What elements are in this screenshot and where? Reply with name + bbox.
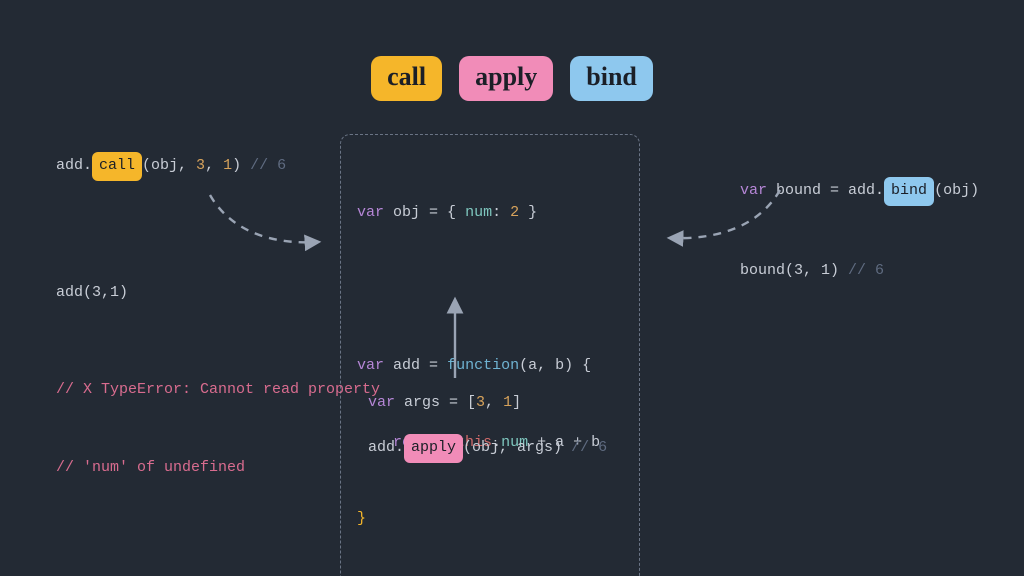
arrow-call [210, 195, 318, 242]
bind-line-1: var bound = add.bind(obj) [740, 177, 979, 206]
title-pill-apply: apply [459, 56, 553, 101]
error-line-1: // X TypeError: Cannot read property [56, 377, 380, 403]
title-pill-bind: bind [570, 56, 653, 101]
args-definition: var args = [3, 1] [368, 390, 521, 416]
code-definition-box: var obj = { num: 2 } var add = function(… [340, 134, 640, 576]
code-line-fn: var add = function(a, b) { [357, 353, 623, 379]
code-line-obj: var obj = { num: 2 } [357, 200, 623, 226]
bind-example: var bound = add.bind(obj) bound(3, 1) //… [740, 124, 979, 337]
error-block: // X TypeError: Cannot read property // … [56, 324, 380, 534]
bind-line-2: bound(3, 1) // 6 [740, 258, 979, 284]
apply-chip: apply [404, 434, 463, 463]
call-chip: call [92, 152, 142, 181]
bind-chip: bind [884, 177, 934, 206]
code-line-close: } [357, 506, 623, 532]
error-line-2: // 'num' of undefined [56, 455, 380, 481]
plain-add-call: add(3,1) [56, 280, 128, 306]
apply-example: add.apply(obj, args) // 6 [368, 434, 607, 463]
title-row: call apply bind [0, 56, 1024, 101]
title-pill-call: call [371, 56, 442, 101]
call-example: add.call(obj, 3, 1) // 6 [56, 152, 286, 181]
